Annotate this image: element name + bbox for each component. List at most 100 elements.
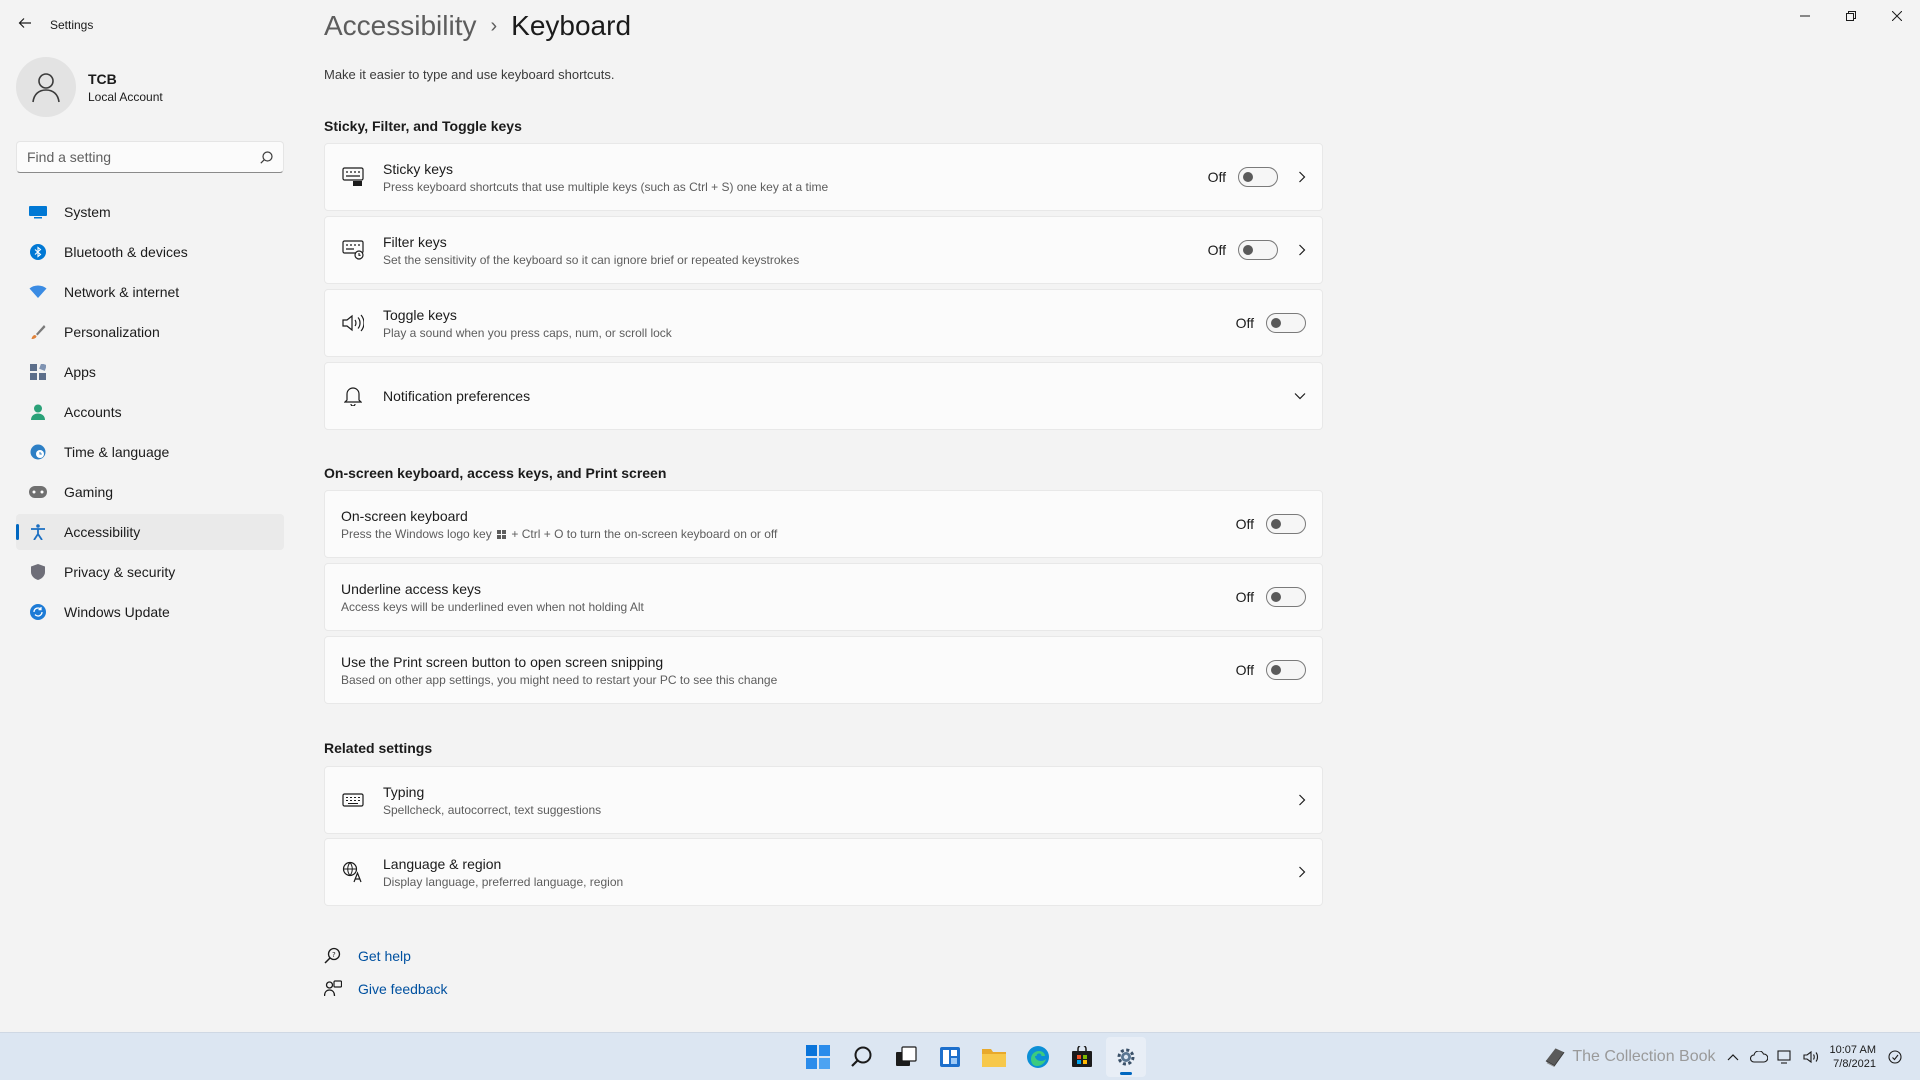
typing-subtitle: Spellcheck, autocorrect, text suggestion…	[383, 802, 602, 817]
underline-access-keys-state: Off	[1235, 589, 1254, 605]
breadcrumb-parent[interactable]: Accessibility	[324, 10, 476, 42]
sticky-keys-icon	[341, 165, 365, 189]
sidebar-item-privacy-security[interactable]: Privacy & security	[16, 554, 284, 590]
sidebar-item-label: Apps	[64, 364, 96, 380]
sidebar-item-time-language[interactable]: Time & language	[16, 434, 284, 470]
sidebar-item-system[interactable]: System	[16, 194, 284, 230]
sticky-keys-toggle[interactable]	[1238, 167, 1278, 187]
underline-access-keys-title: Underline access keys	[341, 580, 482, 597]
toggle-keys-subtitle: Play a sound when you press caps, num, o…	[383, 325, 672, 340]
sidebar-item-label: Network & internet	[64, 284, 180, 300]
sidebar-item-label: Personalization	[64, 324, 160, 340]
filter-keys-state: Off	[1207, 242, 1226, 258]
print-screen-toggle[interactable]	[1266, 660, 1306, 680]
widgets-button[interactable]	[930, 1037, 970, 1077]
sidebar-item-label: Windows Update	[64, 604, 170, 620]
notification-icon[interactable]	[1884, 1046, 1906, 1068]
give-feedback-link[interactable]: Give feedback	[324, 972, 448, 1005]
section-title-related-settings: Related settings	[324, 740, 433, 756]
sidebar-item-bluetooth[interactable]: Bluetooth & devices	[16, 234, 284, 270]
notification-preferences-card[interactable]: Notification preferences	[324, 362, 1323, 430]
taskbar: The Collection Book 10:07 AM 7/8/2021	[0, 1032, 1920, 1080]
chevron-up-icon[interactable]	[1722, 1046, 1744, 1068]
onscreen-keyboard-toggle[interactable]	[1266, 514, 1306, 534]
apps-icon	[28, 362, 48, 382]
edge-browser-button[interactable]	[1018, 1037, 1058, 1077]
sidebar-item-label: Bluetooth & devices	[64, 244, 188, 260]
task-view-icon	[896, 1046, 917, 1066]
onscreen-keyboard-card: On-screen keyboard Press the Windows log…	[324, 490, 1323, 558]
print-screen-state: Off	[1235, 662, 1254, 678]
search-icon	[260, 150, 273, 164]
accessibility-icon	[28, 522, 48, 542]
update-icon	[28, 602, 48, 622]
close-button[interactable]	[1874, 0, 1920, 32]
underline-access-keys-toggle[interactable]	[1266, 587, 1306, 607]
get-help-link[interactable]: ? Get help	[324, 939, 448, 972]
task-view-button[interactable]	[886, 1037, 926, 1077]
language-icon	[341, 860, 365, 884]
page-description: Make it easier to type and use keyboard …	[324, 67, 615, 82]
print-screen-title: Use the Print screen button to open scre…	[341, 653, 664, 670]
volume-icon[interactable]	[1800, 1046, 1822, 1068]
back-button[interactable]	[12, 10, 38, 36]
store-button[interactable]	[1062, 1037, 1102, 1077]
typing-card[interactable]: Typing Spellcheck, autocorrect, text sug…	[324, 766, 1323, 834]
sidebar-item-label: System	[64, 204, 111, 220]
edge-icon	[1027, 1046, 1049, 1068]
wifi-icon	[28, 282, 48, 302]
filter-keys-toggle[interactable]	[1238, 240, 1278, 260]
window-controls	[1782, 0, 1920, 32]
minimize-icon	[1800, 15, 1810, 17]
sidebar-item-accounts[interactable]: Accounts	[16, 394, 284, 430]
sticky-keys-subtitle: Press keyboard shortcuts that use multip…	[383, 179, 829, 194]
print-screen-subtitle: Based on other app settings, you might n…	[341, 672, 778, 687]
sidebar-item-gaming[interactable]: Gaming	[16, 474, 284, 510]
sidebar-item-network[interactable]: Network & internet	[16, 274, 284, 310]
sidebar-item-apps[interactable]: Apps	[16, 354, 284, 390]
sidebar-item-personalization[interactable]: Personalization	[16, 314, 284, 350]
gamepad-icon	[28, 482, 48, 502]
settings-app-button[interactable]	[1106, 1037, 1146, 1077]
filter-keys-subtitle: Set the sensitivity of the keyboard so i…	[383, 252, 800, 267]
onscreen-keyboard-state: Off	[1235, 516, 1254, 532]
clock[interactable]: 10:07 AM 7/8/2021	[1830, 1043, 1876, 1071]
keyboard-icon	[341, 788, 365, 812]
chevron-down-icon	[1278, 392, 1306, 400]
windows-logo-icon	[806, 1045, 830, 1069]
notification-preferences-title: Notification preferences	[383, 388, 531, 404]
start-button[interactable]	[798, 1037, 838, 1077]
search-box	[16, 141, 284, 173]
cloud-icon[interactable]	[1748, 1046, 1770, 1068]
file-explorer-button[interactable]	[974, 1037, 1014, 1077]
book-icon[interactable]	[1544, 1046, 1566, 1068]
filter-keys-card[interactable]: Filter keys Set the sensitivity of the k…	[324, 216, 1323, 284]
toggle-keys-toggle[interactable]	[1266, 313, 1306, 333]
language-region-subtitle: Display language, preferred language, re…	[383, 874, 624, 889]
feedback-icon	[324, 979, 342, 996]
clock-time: 10:07 AM	[1829, 1044, 1876, 1056]
sticky-keys-state: Off	[1207, 169, 1226, 185]
monitor-icon	[28, 202, 48, 222]
onscreen-keyboard-subtitle-start: Press the Windows logo key	[341, 526, 492, 541]
user-profile[interactable]: TCB Local Account	[16, 57, 163, 117]
breadcrumb-separator: ›	[490, 14, 498, 37]
windows-logo-icon	[497, 529, 507, 539]
search-button[interactable]	[842, 1037, 882, 1077]
sticky-keys-card[interactable]: Sticky keys Press keyboard shortcuts tha…	[324, 143, 1323, 211]
avatar	[16, 57, 76, 117]
restore-button[interactable]	[1828, 0, 1874, 32]
person-icon	[28, 402, 48, 422]
sidebar-item-accessibility[interactable]: Accessibility	[16, 514, 284, 550]
search-input[interactable]	[27, 149, 260, 165]
svg-text:?: ?	[332, 951, 336, 959]
network-icon[interactable]	[1774, 1046, 1796, 1068]
bell-icon	[341, 384, 365, 408]
toggle-keys-title: Toggle keys	[383, 306, 457, 323]
minimize-button[interactable]	[1782, 0, 1828, 32]
help-search-icon: ?	[324, 947, 341, 964]
sidebar-item-windows-update[interactable]: Windows Update	[16, 594, 284, 630]
language-region-card[interactable]: Language & region Display language, pref…	[324, 838, 1323, 906]
restore-icon	[1846, 11, 1856, 21]
clock-date: 7/8/2021	[1833, 1058, 1876, 1070]
